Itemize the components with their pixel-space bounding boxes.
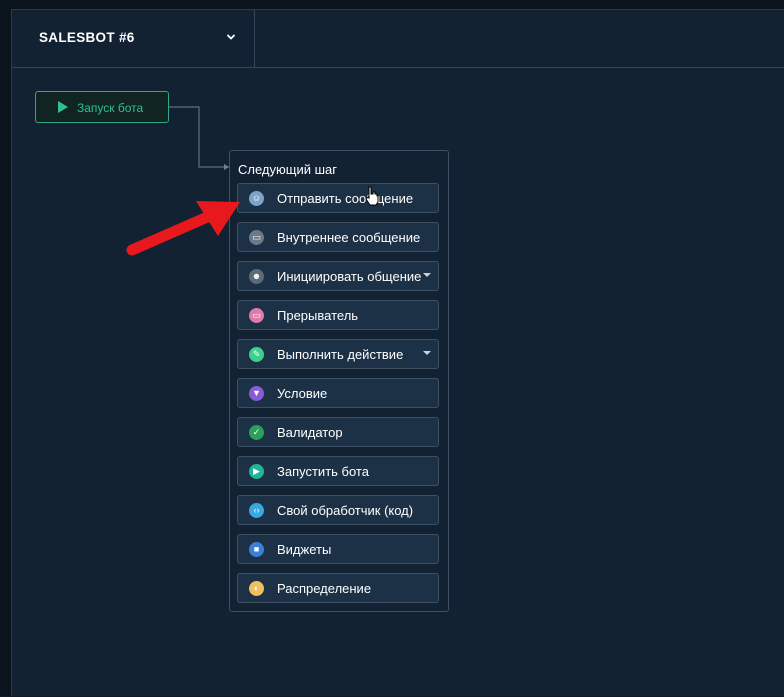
bot-canvas[interactable]: SALESBOT #6 Запуск бота Следующий шаг ☺О…: [11, 9, 784, 696]
window-frame-top: [0, 0, 784, 9]
window-frame-left: [0, 0, 11, 696]
red-arrow-annotation: [12, 10, 784, 697]
hand-cursor-icon: [365, 186, 379, 206]
